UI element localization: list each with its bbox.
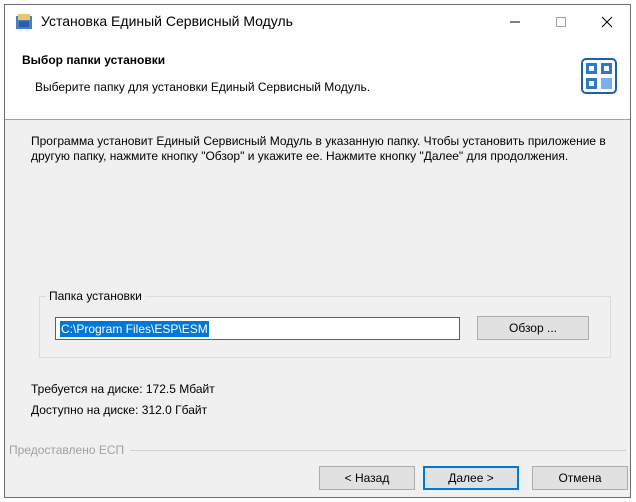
next-button[interactable]: Далее > [423,466,519,490]
install-description: Программа установит Единый Сервисный Мод… [31,134,606,163]
page-header: Выбор папки установки Выберите папку для… [5,39,630,120]
space-required-text: Требуется на диске: 172.5 Мбайт [31,382,215,396]
title-bar[interactable]: Установка Единый Сервисный Модуль [5,5,630,39]
window-title: Установка Единый Сервисный Модуль [41,13,293,29]
installer-window: Установка Единый Сервисный Модуль Выбор … [4,4,631,498]
cancel-button[interactable]: Отмена [532,466,628,490]
install-path-input[interactable]: C:\Program Files\ESP\ESM [55,317,460,340]
branding: Предоставлено ЕСП [9,443,626,457]
maximize-icon [556,17,566,27]
page-title: Выбор папки установки [22,53,166,67]
minimize-button[interactable] [492,5,538,39]
branding-text: Предоставлено ЕСП [9,443,131,457]
space-available-text: Доступно на диске: 312.0 Гбайт [31,403,208,417]
maximize-button[interactable] [538,5,584,39]
page-content: Программа установит Единый Сервисный Мод… [5,120,630,497]
app-installer-icon [16,14,32,29]
minimize-icon [510,21,520,23]
esm-logo-icon [581,58,617,94]
install-folder-label: Папка установки [46,289,145,303]
close-button[interactable] [584,5,630,39]
install-path-value: C:\Program Files\ESP\ESM [60,320,209,337]
back-button[interactable]: < Назад [319,466,415,490]
browse-button[interactable]: Обзор ... [477,316,589,340]
page-subtitle: Выберите папку для установки Единый Серв… [35,80,371,94]
close-icon [601,16,613,28]
